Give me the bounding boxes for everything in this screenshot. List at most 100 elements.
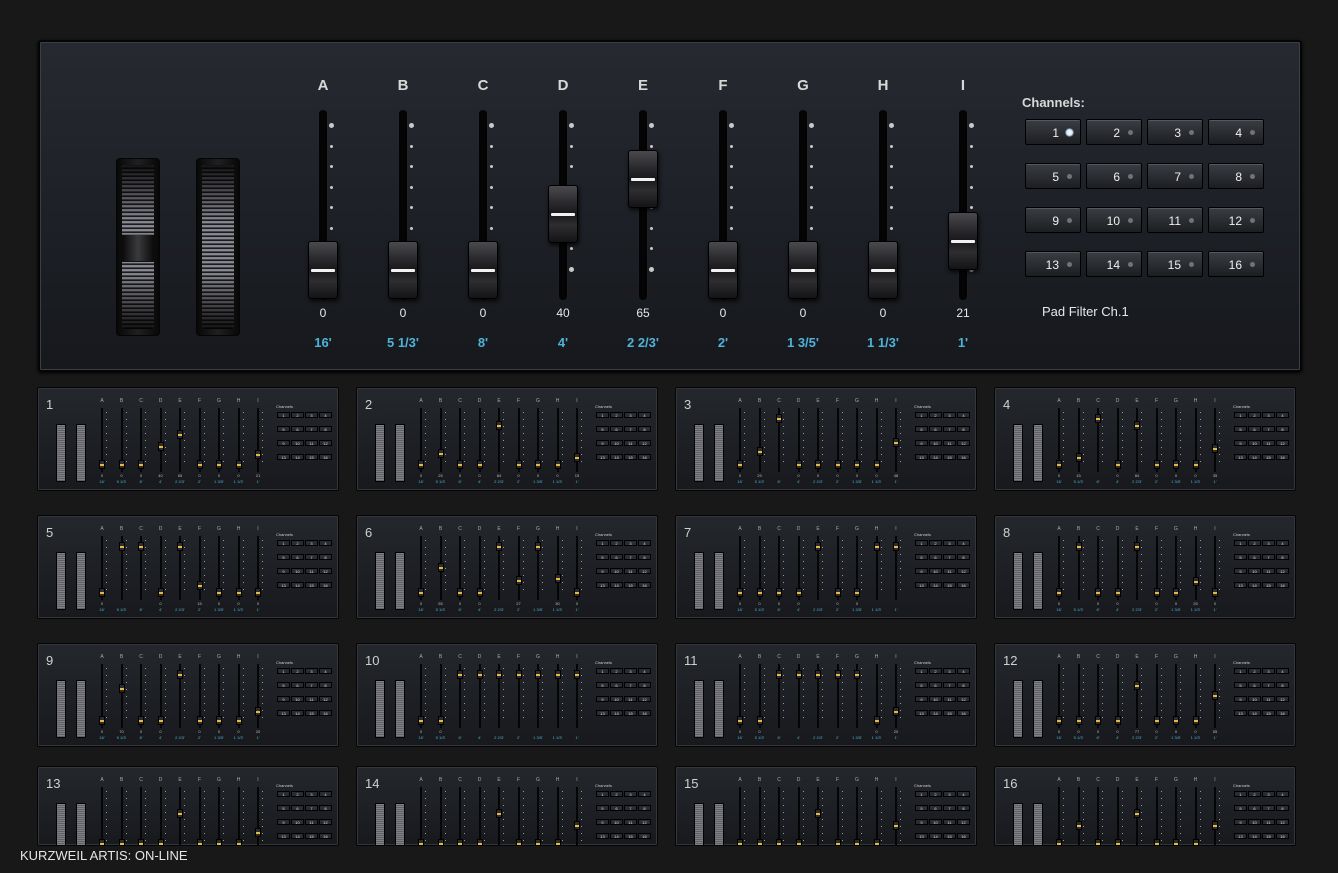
channel-preset-panel[interactable]: 6 A 0 16' B 55 5 1/3' C 0 8' D 0 4' E 2 2/3' F 27 2' G 1 3/… xyxy=(356,515,658,619)
mini-drawbar-value: 0 xyxy=(1155,473,1158,478)
mini-tick xyxy=(262,682,263,683)
mini-tick xyxy=(184,826,185,827)
channel-button[interactable]: 7 xyxy=(1147,163,1203,189)
mini-tick xyxy=(1219,668,1220,669)
footage-label: 4' xyxy=(557,335,569,350)
channel-button[interactable]: 16 xyxy=(1208,251,1264,277)
channel-preset-panel[interactable]: 2 A 0 16' B 25 5 1/3' C 0 8' D 0 4' E 84 2 2/3' F 0 2' G 0 1 … xyxy=(356,387,658,491)
channel-preset-panel[interactable]: 13A016'B05 1/3'C08'D04'E652 2/3'F02'G01 … xyxy=(37,766,339,846)
mini-tick xyxy=(763,582,765,583)
mini-drawbar-slot xyxy=(439,787,442,845)
mini-drawbar-letter: E xyxy=(816,398,820,404)
channel-button[interactable]: 1 xyxy=(1025,119,1081,145)
mini-tick xyxy=(106,433,107,434)
channel-preset-panel[interactable]: 15A016'B05 1/3'C08'D04'E652 2/3'F02'G01 … xyxy=(675,766,977,846)
mini-tick xyxy=(1180,819,1181,820)
channel-button[interactable]: 9 xyxy=(1025,207,1081,233)
mini-tick xyxy=(444,419,446,420)
drawbar-tick xyxy=(569,123,574,128)
mini-channels-title: Channels xyxy=(1233,532,1250,537)
drawbar-handle[interactable] xyxy=(388,241,418,299)
mini-tick xyxy=(145,689,146,690)
channel-button[interactable]: 14 xyxy=(1086,251,1142,277)
mini-drawbar-letter: C xyxy=(777,526,781,532)
channel-button[interactable]: 13 xyxy=(1025,251,1081,277)
mini-tick xyxy=(242,419,244,420)
mini-tick xyxy=(1160,419,1162,420)
mini-tick xyxy=(483,819,485,820)
channel-preset-panel[interactable]: 16A016'B405 1/3'C08'D04'E652 2/3'F02'G01… xyxy=(994,766,1296,846)
channel-button[interactable]: 8 xyxy=(1208,163,1264,189)
mini-tick xyxy=(464,812,465,813)
mini-tick xyxy=(1102,575,1103,576)
drawbar-handle[interactable] xyxy=(948,211,978,270)
channel-preset-panel[interactable]: 5 A 0 16' B 5 1/3' C 8' D 0 4' E 2 2/3' F 15 2' G 0 1 3/5'… xyxy=(37,515,339,619)
mini-drawbar-handle xyxy=(873,542,880,551)
mini-handle-indicator xyxy=(874,843,879,845)
channel-preset-panel[interactable]: 3 A 0 16' B 29 5 1/3' C 8' D 0 4' E 0 2 2/3' F 0 2' G 0 1 3/… xyxy=(675,387,977,491)
channel-preset-panel[interactable]: 14A016'B05 1/3'C08'D04'E652 2/3'F02'G01 … xyxy=(356,766,658,846)
mini-tick xyxy=(900,717,901,718)
mini-tick xyxy=(125,447,127,448)
mini-tick xyxy=(242,791,244,792)
mini-tick xyxy=(1199,554,1201,555)
mini-tick xyxy=(1199,461,1201,462)
mini-tick xyxy=(464,589,465,590)
mod-wheel[interactable] xyxy=(196,158,240,336)
channel-preset-panel[interactable]: 11 A 0 16' B 0 5 1/3' C 8' D 4' E 2 2/3' F 2' G 1 3/5' H 0… xyxy=(675,643,977,747)
mini-tick xyxy=(125,798,127,799)
pitch-wheel[interactable] xyxy=(116,158,160,336)
mini-tick xyxy=(145,840,146,841)
mini-footage: 2' xyxy=(1155,607,1158,612)
mini-tick xyxy=(841,703,843,704)
drawbar-handle[interactable] xyxy=(548,185,578,243)
channel-button[interactable]: 4 xyxy=(1208,119,1264,145)
drawbar-handle[interactable] xyxy=(468,241,498,299)
mini-tick xyxy=(581,696,582,697)
channel-button[interactable]: 10 xyxy=(1086,207,1142,233)
mini-drawbar-handle xyxy=(235,588,242,597)
mini-drawbar-letter: I xyxy=(576,777,578,783)
drawbar-handle[interactable] xyxy=(308,241,338,299)
mini-tick xyxy=(900,561,901,562)
channel-preset-panel[interactable]: 12 A 0 16' B 0 5 1/3' C 0 8' D 0 4' E 77 2 2/3' F 0 2' G 0 1 … xyxy=(994,643,1296,747)
mini-tick xyxy=(1180,717,1181,718)
mini-tick xyxy=(125,419,127,420)
mini-drawbar-slot xyxy=(420,787,422,845)
mini-drawbar-handle xyxy=(574,588,580,597)
drawbar-handle[interactable] xyxy=(868,241,898,299)
channel-button[interactable]: 15 xyxy=(1147,251,1203,277)
drawbar-handle[interactable] xyxy=(788,241,818,299)
channel-button[interactable]: 12 xyxy=(1208,207,1264,233)
mini-drawbar-letter: B xyxy=(119,777,124,783)
drawbar-handle[interactable] xyxy=(628,150,658,208)
channel-preset-panel[interactable]: 7 A 0 16' B 0 5 1/3' C 0 8' D 0 4' E 2 2/3' F 0 2' G 0 1 3/5… xyxy=(675,515,977,619)
mini-tick xyxy=(522,447,524,448)
channel-preset-panel[interactable]: 4 A 0 16' B 15 5 1/3' C 8' D 0 4' E 84 2 2/3' F 0 2' G 0 1 3… xyxy=(994,387,1296,491)
mini-drawbar-letter: D xyxy=(158,777,163,783)
channel-preset-panel[interactable]: 8 A 0 16' B 5 1/3' C 0 8' D 0 4' E 2 2/3' F 0 2' G 0 1 3/5'… xyxy=(994,515,1296,619)
drawbar-handle[interactable] xyxy=(708,241,738,299)
channel-preset-panel[interactable]: 10 A 0 16' B 0 5 1/3' C 8' D 4' E 2 2/3' F 2' G 1 3/5' H 1… xyxy=(356,643,658,747)
drawbar-letter: I xyxy=(960,77,966,94)
channel-button[interactable]: 5 xyxy=(1025,163,1081,189)
mini-tick xyxy=(1082,568,1084,569)
mini-tick xyxy=(164,575,166,576)
channel-preset-panel[interactable]: 1 A 0 16' B 0 5 1/3' C 0 8' D 40 4' E 65 2 2/3' F 0 2' G 0 1 … xyxy=(37,387,339,491)
mini-tick xyxy=(242,561,244,562)
channel-button[interactable]: 3 xyxy=(1147,119,1203,145)
mini-drawbar-letter: E xyxy=(497,654,501,660)
mini-tick xyxy=(880,826,882,827)
channel-button[interactable]: 2 xyxy=(1086,119,1142,145)
mini-tick xyxy=(503,447,504,448)
mini-drawbar-value: 0 xyxy=(198,473,201,478)
channel-led-icon xyxy=(1189,174,1194,179)
channel-button[interactable]: 11 xyxy=(1147,207,1203,233)
mini-tick xyxy=(444,440,446,441)
channel-preset-panel[interactable]: 9 A 0 16' B 70 5 1/3' C 0 8' D 0 4' E 2 2/3' F 0 2' G 0 1 3/… xyxy=(37,643,339,747)
mini-footage: 1 3/5' xyxy=(214,479,224,484)
mini-channel-button: 8 xyxy=(319,805,332,811)
mini-tick xyxy=(106,675,107,676)
mini-channel-button: 1 xyxy=(1234,668,1247,674)
channel-button[interactable]: 6 xyxy=(1086,163,1142,189)
